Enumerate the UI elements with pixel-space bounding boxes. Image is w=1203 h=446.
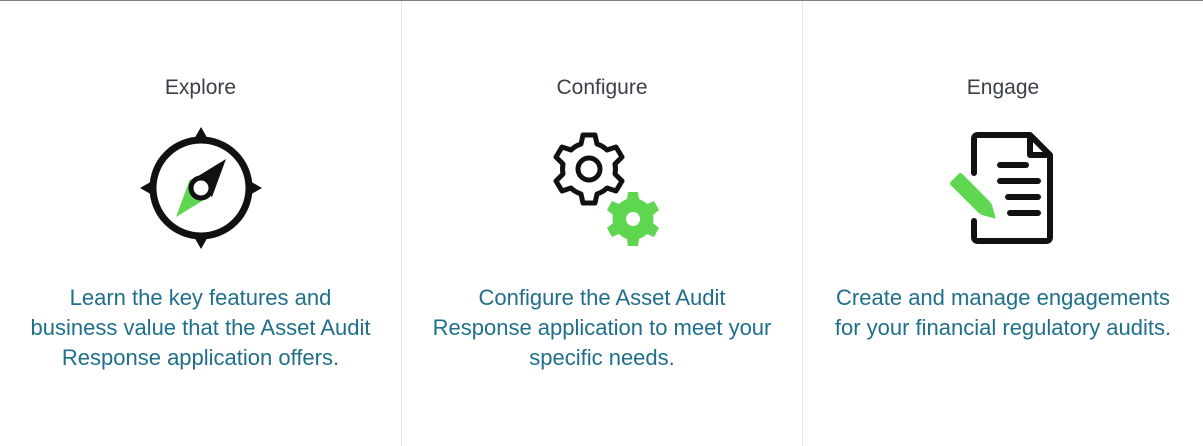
engage-card-description: Create and manage engagements for your f…	[834, 285, 1172, 340]
landing-page: Explore Learn the key features and busin…	[0, 0, 1203, 446]
engage-card-title: Engage	[966, 76, 1040, 99]
engage-card[interactable]: Engage Create and manage engagements for…	[802, 1, 1203, 446]
explore-card-title: Explore	[164, 76, 237, 99]
configure-card-description: Configure the Asset Audit Response appli…	[432, 285, 772, 370]
configure-card-title: Configure	[556, 76, 648, 99]
gears-icon	[537, 123, 667, 253]
explore-card[interactable]: Explore Learn the key features and busin…	[0, 1, 401, 446]
compass-icon	[136, 123, 266, 253]
card-grid: Explore Learn the key features and busin…	[0, 1, 1203, 446]
explore-card-description: Learn the key features and business valu…	[30, 285, 371, 370]
document-edit-icon	[938, 123, 1068, 253]
configure-card[interactable]: Configure Configure the Asset Audit Resp…	[401, 1, 802, 446]
